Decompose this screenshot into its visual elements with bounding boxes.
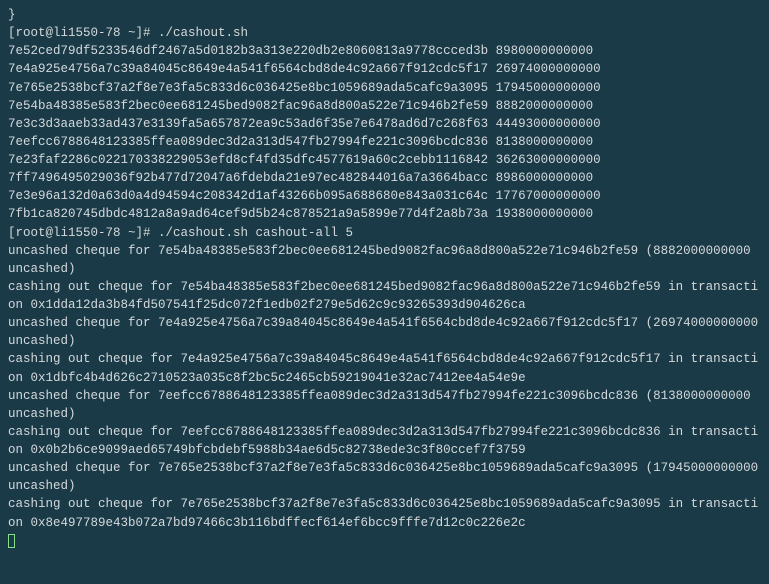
shell-prompt-1: [root@li1550-78 ~]# ./cashout.sh [8, 24, 761, 42]
balance-row: 7eefcc6788648123385ffea089dec3d2a313d547… [8, 133, 761, 151]
output-brace: } [8, 6, 761, 24]
uncashed-line: uncashed cheque for 7e4a925e4756a7c39a84… [8, 314, 761, 350]
uncashed-line: uncashed cheque for 7eefcc6788648123385f… [8, 387, 761, 423]
balance-row: 7fb1ca820745dbdc4812a8a9ad64cef9d5b24c87… [8, 205, 761, 223]
balance-row: 7e3c3d3aaeb33ad437e3139fa5a657872ea9c53a… [8, 115, 761, 133]
balance-row: 7e765e2538bcf37a2f8e7e3fa5c833d6c036425e… [8, 79, 761, 97]
balance-row: 7ff7496495029036f92b477d72047a6fdebda21e… [8, 169, 761, 187]
cashing-line: cashing out cheque for 7eefcc67886481233… [8, 423, 761, 459]
cashing-line: cashing out cheque for 7e4a925e4756a7c39… [8, 350, 761, 386]
terminal-output: } [root@li1550-78 ~]# ./cashout.sh 7e52c… [8, 6, 761, 550]
shell-prompt-2: [root@li1550-78 ~]# ./cashout.sh cashout… [8, 224, 761, 242]
cashing-line: cashing out cheque for 7e765e2538bcf37a2… [8, 495, 761, 531]
cashing-line: cashing out cheque for 7e54ba48385e583f2… [8, 278, 761, 314]
balance-row: 7e54ba48385e583f2bec0ee681245bed9082fac9… [8, 97, 761, 115]
cursor-icon [8, 534, 15, 548]
balance-row: 7e52ced79df5233546df2467a5d0182b3a313e22… [8, 42, 761, 60]
balance-row: 7e3e96a132d0a63d0a4d94594c208342d1af4326… [8, 187, 761, 205]
cursor-line[interactable] [8, 532, 761, 550]
uncashed-line: uncashed cheque for 7e54ba48385e583f2bec… [8, 242, 761, 278]
balance-row: 7e4a925e4756a7c39a84045c8649e4a541f6564c… [8, 60, 761, 78]
balance-row: 7e23faf2286c022170338229053efd8cf4fd35df… [8, 151, 761, 169]
uncashed-line: uncashed cheque for 7e765e2538bcf37a2f8e… [8, 459, 761, 495]
